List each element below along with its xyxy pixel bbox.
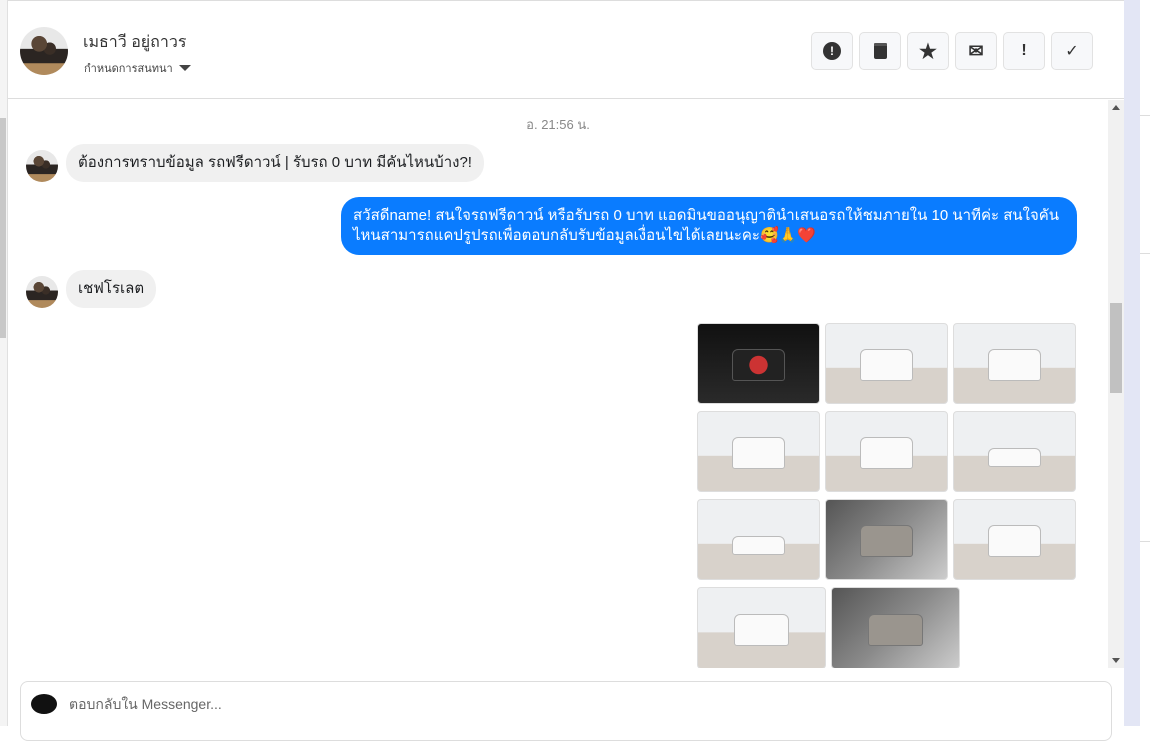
reply-composer xyxy=(20,681,1112,741)
photo-attachment[interactable] xyxy=(825,499,948,580)
timestamp: อ. 21:56 น. xyxy=(526,117,590,132)
photo-attachment[interactable] xyxy=(697,323,820,404)
assign-conversation-dropdown[interactable]: กำหนดการสนทนา xyxy=(84,59,191,77)
avatar xyxy=(26,150,58,182)
check-icon: ✓ xyxy=(1065,43,1079,60)
side-panel-edge xyxy=(1124,0,1140,726)
photo-attachment[interactable] xyxy=(953,323,1076,404)
follow-up-button[interactable]: ! xyxy=(1003,32,1045,70)
alert-circle-icon: ! xyxy=(823,42,841,60)
reply-input[interactable] xyxy=(69,696,969,712)
photo-attachment[interactable] xyxy=(697,587,826,668)
photo-attachment[interactable] xyxy=(831,587,960,668)
star-icon: ★ xyxy=(919,40,937,63)
incoming-message: ต้องการทราบข้อมูล รถฟรีดาวน์ | รับรถ 0 บ… xyxy=(66,144,484,182)
photo-attachment[interactable] xyxy=(825,411,948,492)
photo-attachment[interactable] xyxy=(697,411,820,492)
page-avatar xyxy=(31,694,57,714)
caret-down-icon xyxy=(178,65,191,71)
conversation-panel: เมธาวี อยู่ถาวร กำหนดการสนทนา ! ★ ✉ ! ✓ … xyxy=(8,0,1124,741)
left-scrollbar[interactable] xyxy=(0,0,8,726)
trash-icon xyxy=(873,43,887,59)
conversation-header: เมธาวี อยู่ถาวร กำหนดการสนทนา ! ★ ✉ ! ✓ xyxy=(8,1,1124,99)
avatar xyxy=(20,27,68,75)
mark-done-button[interactable]: ✓ xyxy=(1051,32,1093,70)
envelope-icon: ✉ xyxy=(968,40,984,61)
photo-attachment[interactable] xyxy=(825,323,948,404)
photo-attachment[interactable] xyxy=(953,411,1076,492)
assign-label: กำหนดการสนทนา xyxy=(84,63,173,75)
message-scrollbar[interactable] xyxy=(1108,100,1124,668)
outgoing-message: สวัสดีname! สนใจรถฟรีดาวน์ หรือรับรถ 0 บ… xyxy=(341,197,1077,255)
delete-button[interactable] xyxy=(859,32,901,70)
contact-name: เมธาวี อยู่ถาวร xyxy=(83,34,187,51)
star-button[interactable]: ★ xyxy=(907,32,949,70)
mark-spam-button[interactable]: ! xyxy=(811,32,853,70)
avatar xyxy=(26,276,58,308)
side-panel xyxy=(1140,0,1150,726)
photo-attachment[interactable] xyxy=(953,499,1076,580)
photo-attachment[interactable] xyxy=(697,499,820,580)
mark-unread-button[interactable]: ✉ xyxy=(955,32,997,70)
message-list: อ. 21:56 น. ต้องการทราบข้อมูล รถฟรีดาวน์… xyxy=(8,100,1108,668)
exclamation-icon: ! xyxy=(1021,42,1027,59)
incoming-message: เชฟโรเลต xyxy=(66,270,157,308)
